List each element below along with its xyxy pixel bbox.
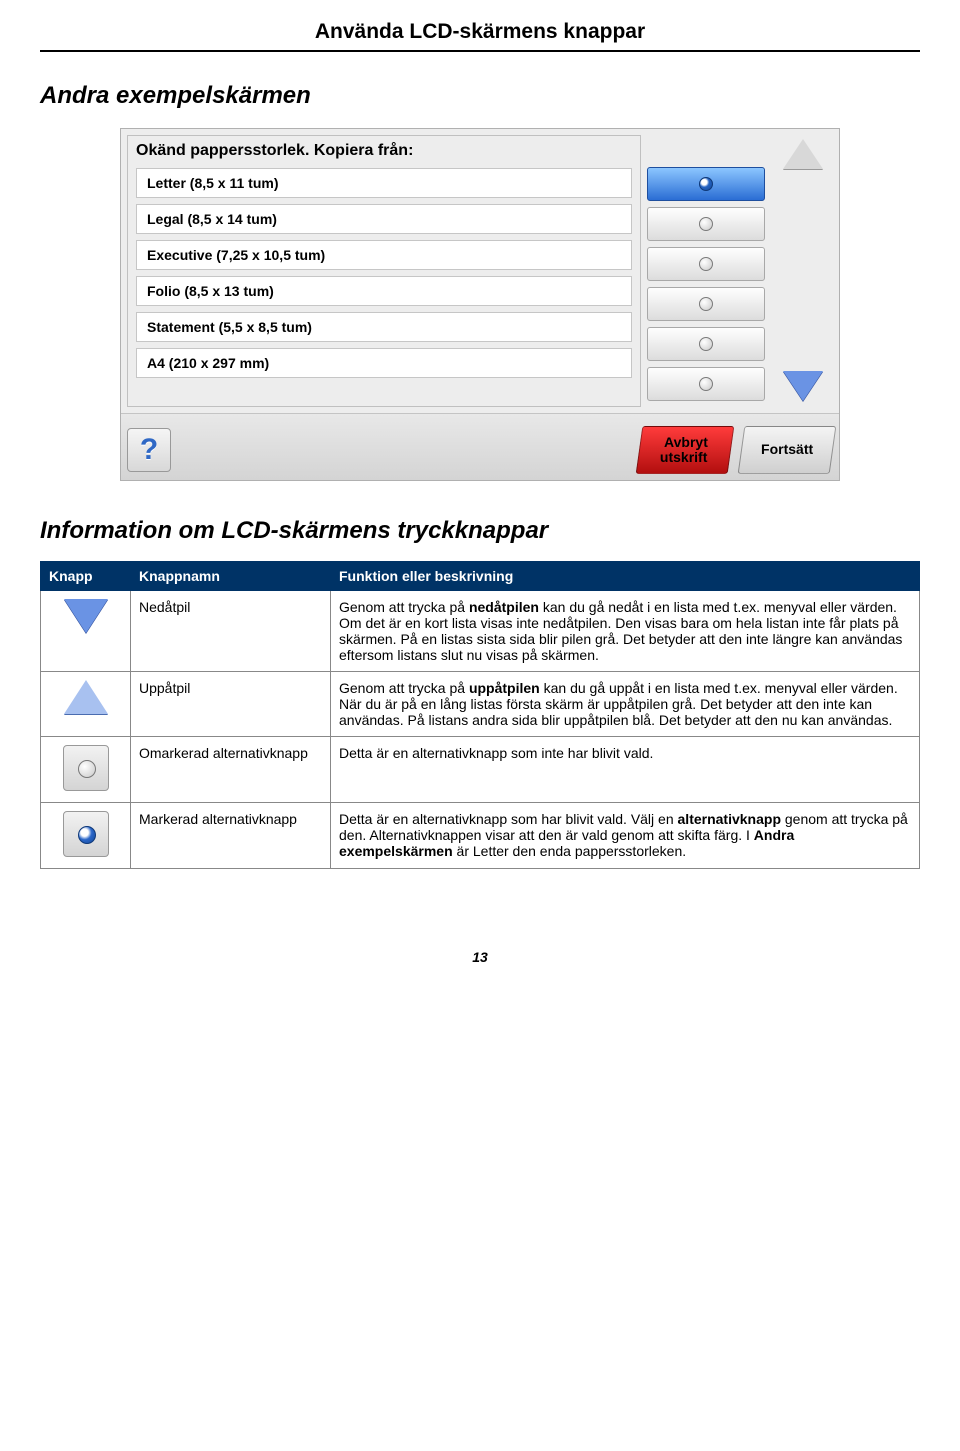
lcd-option-folio[interactable]: Folio (8,5 x 13 tum) bbox=[136, 276, 632, 306]
lcd-option-executive[interactable]: Executive (7,25 x 10,5 tum) bbox=[136, 240, 632, 270]
lcd-arrow-column bbox=[773, 135, 833, 407]
up-arrow-icon bbox=[64, 680, 108, 714]
radio-folio[interactable] bbox=[647, 287, 765, 321]
continue-button[interactable]: Fortsätt bbox=[738, 426, 837, 474]
table-row: Nedåtpil Genom att trycka på nedåtpilen … bbox=[41, 591, 920, 672]
table-row: Omarkerad alternativknapp Detta är en al… bbox=[41, 737, 920, 803]
lcd-option-statement[interactable]: Statement (5,5 x 8,5 tum) bbox=[136, 312, 632, 342]
continue-label: Fortsätt bbox=[761, 442, 813, 457]
lcd-option-letter[interactable]: Letter (8,5 x 11 tum) bbox=[136, 168, 632, 198]
lcd-screenshot: Okänd pappersstorlek. Kopiera från: Lett… bbox=[120, 128, 840, 481]
desc-cell: Genom att trycka på uppåtpilen kan du gå… bbox=[331, 672, 920, 737]
th-knappnamn: Knappnamn bbox=[131, 562, 331, 591]
lcd-headline: Okänd pappersstorlek. Kopiera från: bbox=[136, 142, 632, 160]
name-cell: Nedåtpil bbox=[131, 591, 331, 672]
icon-cell-radio-selected bbox=[41, 803, 131, 869]
icon-cell-up bbox=[41, 672, 131, 737]
cancel-line1: Avbryt bbox=[664, 435, 708, 450]
header-rule bbox=[40, 50, 920, 52]
radio-dot-icon bbox=[699, 377, 713, 391]
lcd-left-panel: Okänd pappersstorlek. Kopiera från: Lett… bbox=[127, 135, 641, 407]
section-title-1: Andra exempelskärmen bbox=[40, 82, 920, 110]
cancel-print-button[interactable]: Avbryt utskrift bbox=[636, 426, 735, 474]
th-funktion: Funktion eller beskrivning bbox=[331, 562, 920, 591]
radio-dot-icon bbox=[699, 177, 713, 191]
desc-cell: Detta är en alternativknapp som inte har… bbox=[331, 737, 920, 803]
th-knapp: Knapp bbox=[41, 562, 131, 591]
down-arrow-icon[interactable] bbox=[783, 371, 823, 401]
radio-dot-icon bbox=[699, 297, 713, 311]
button-info-table: Knapp Knappnamn Funktion eller beskrivni… bbox=[40, 561, 920, 869]
radio-a4[interactable] bbox=[647, 367, 765, 401]
radio-unselected-icon bbox=[63, 745, 109, 791]
radio-selected-icon bbox=[63, 811, 109, 857]
table-row: Uppåtpil Genom att trycka på uppåtpilen … bbox=[41, 672, 920, 737]
radio-statement[interactable] bbox=[647, 327, 765, 361]
table-row: Markerad alternativknapp Detta är en alt… bbox=[41, 803, 920, 869]
lcd-option-legal[interactable]: Legal (8,5 x 14 tum) bbox=[136, 204, 632, 234]
name-cell: Omarkerad alternativknapp bbox=[131, 737, 331, 803]
icon-cell-radio-unselected bbox=[41, 737, 131, 803]
radio-executive[interactable] bbox=[647, 247, 765, 281]
radio-dot-icon bbox=[699, 257, 713, 271]
name-cell: Markerad alternativknapp bbox=[131, 803, 331, 869]
icon-cell-down bbox=[41, 591, 131, 672]
lcd-footer: ? Avbryt utskrift Fortsätt bbox=[121, 413, 839, 480]
desc-cell: Detta är en alternativknapp som har bliv… bbox=[331, 803, 920, 869]
radio-dot-icon bbox=[699, 217, 713, 231]
section-title-2: Information om LCD-skärmens tryckknappar bbox=[40, 517, 920, 545]
radio-legal[interactable] bbox=[647, 207, 765, 241]
page-number: 13 bbox=[40, 949, 920, 965]
help-button[interactable]: ? bbox=[127, 428, 171, 472]
lcd-option-a4[interactable]: A4 (210 x 297 mm) bbox=[136, 348, 632, 378]
lcd-radio-column bbox=[647, 135, 767, 407]
cancel-line2: utskrift bbox=[660, 450, 707, 465]
name-cell: Uppåtpil bbox=[131, 672, 331, 737]
up-arrow-disabled-icon bbox=[783, 139, 823, 169]
down-arrow-icon bbox=[64, 599, 108, 633]
desc-cell: Genom att trycka på nedåtpilen kan du gå… bbox=[331, 591, 920, 672]
radio-selected-letter[interactable] bbox=[647, 167, 765, 201]
page-header-title: Använda LCD-skärmens knappar bbox=[40, 20, 920, 44]
radio-dot-icon bbox=[699, 337, 713, 351]
